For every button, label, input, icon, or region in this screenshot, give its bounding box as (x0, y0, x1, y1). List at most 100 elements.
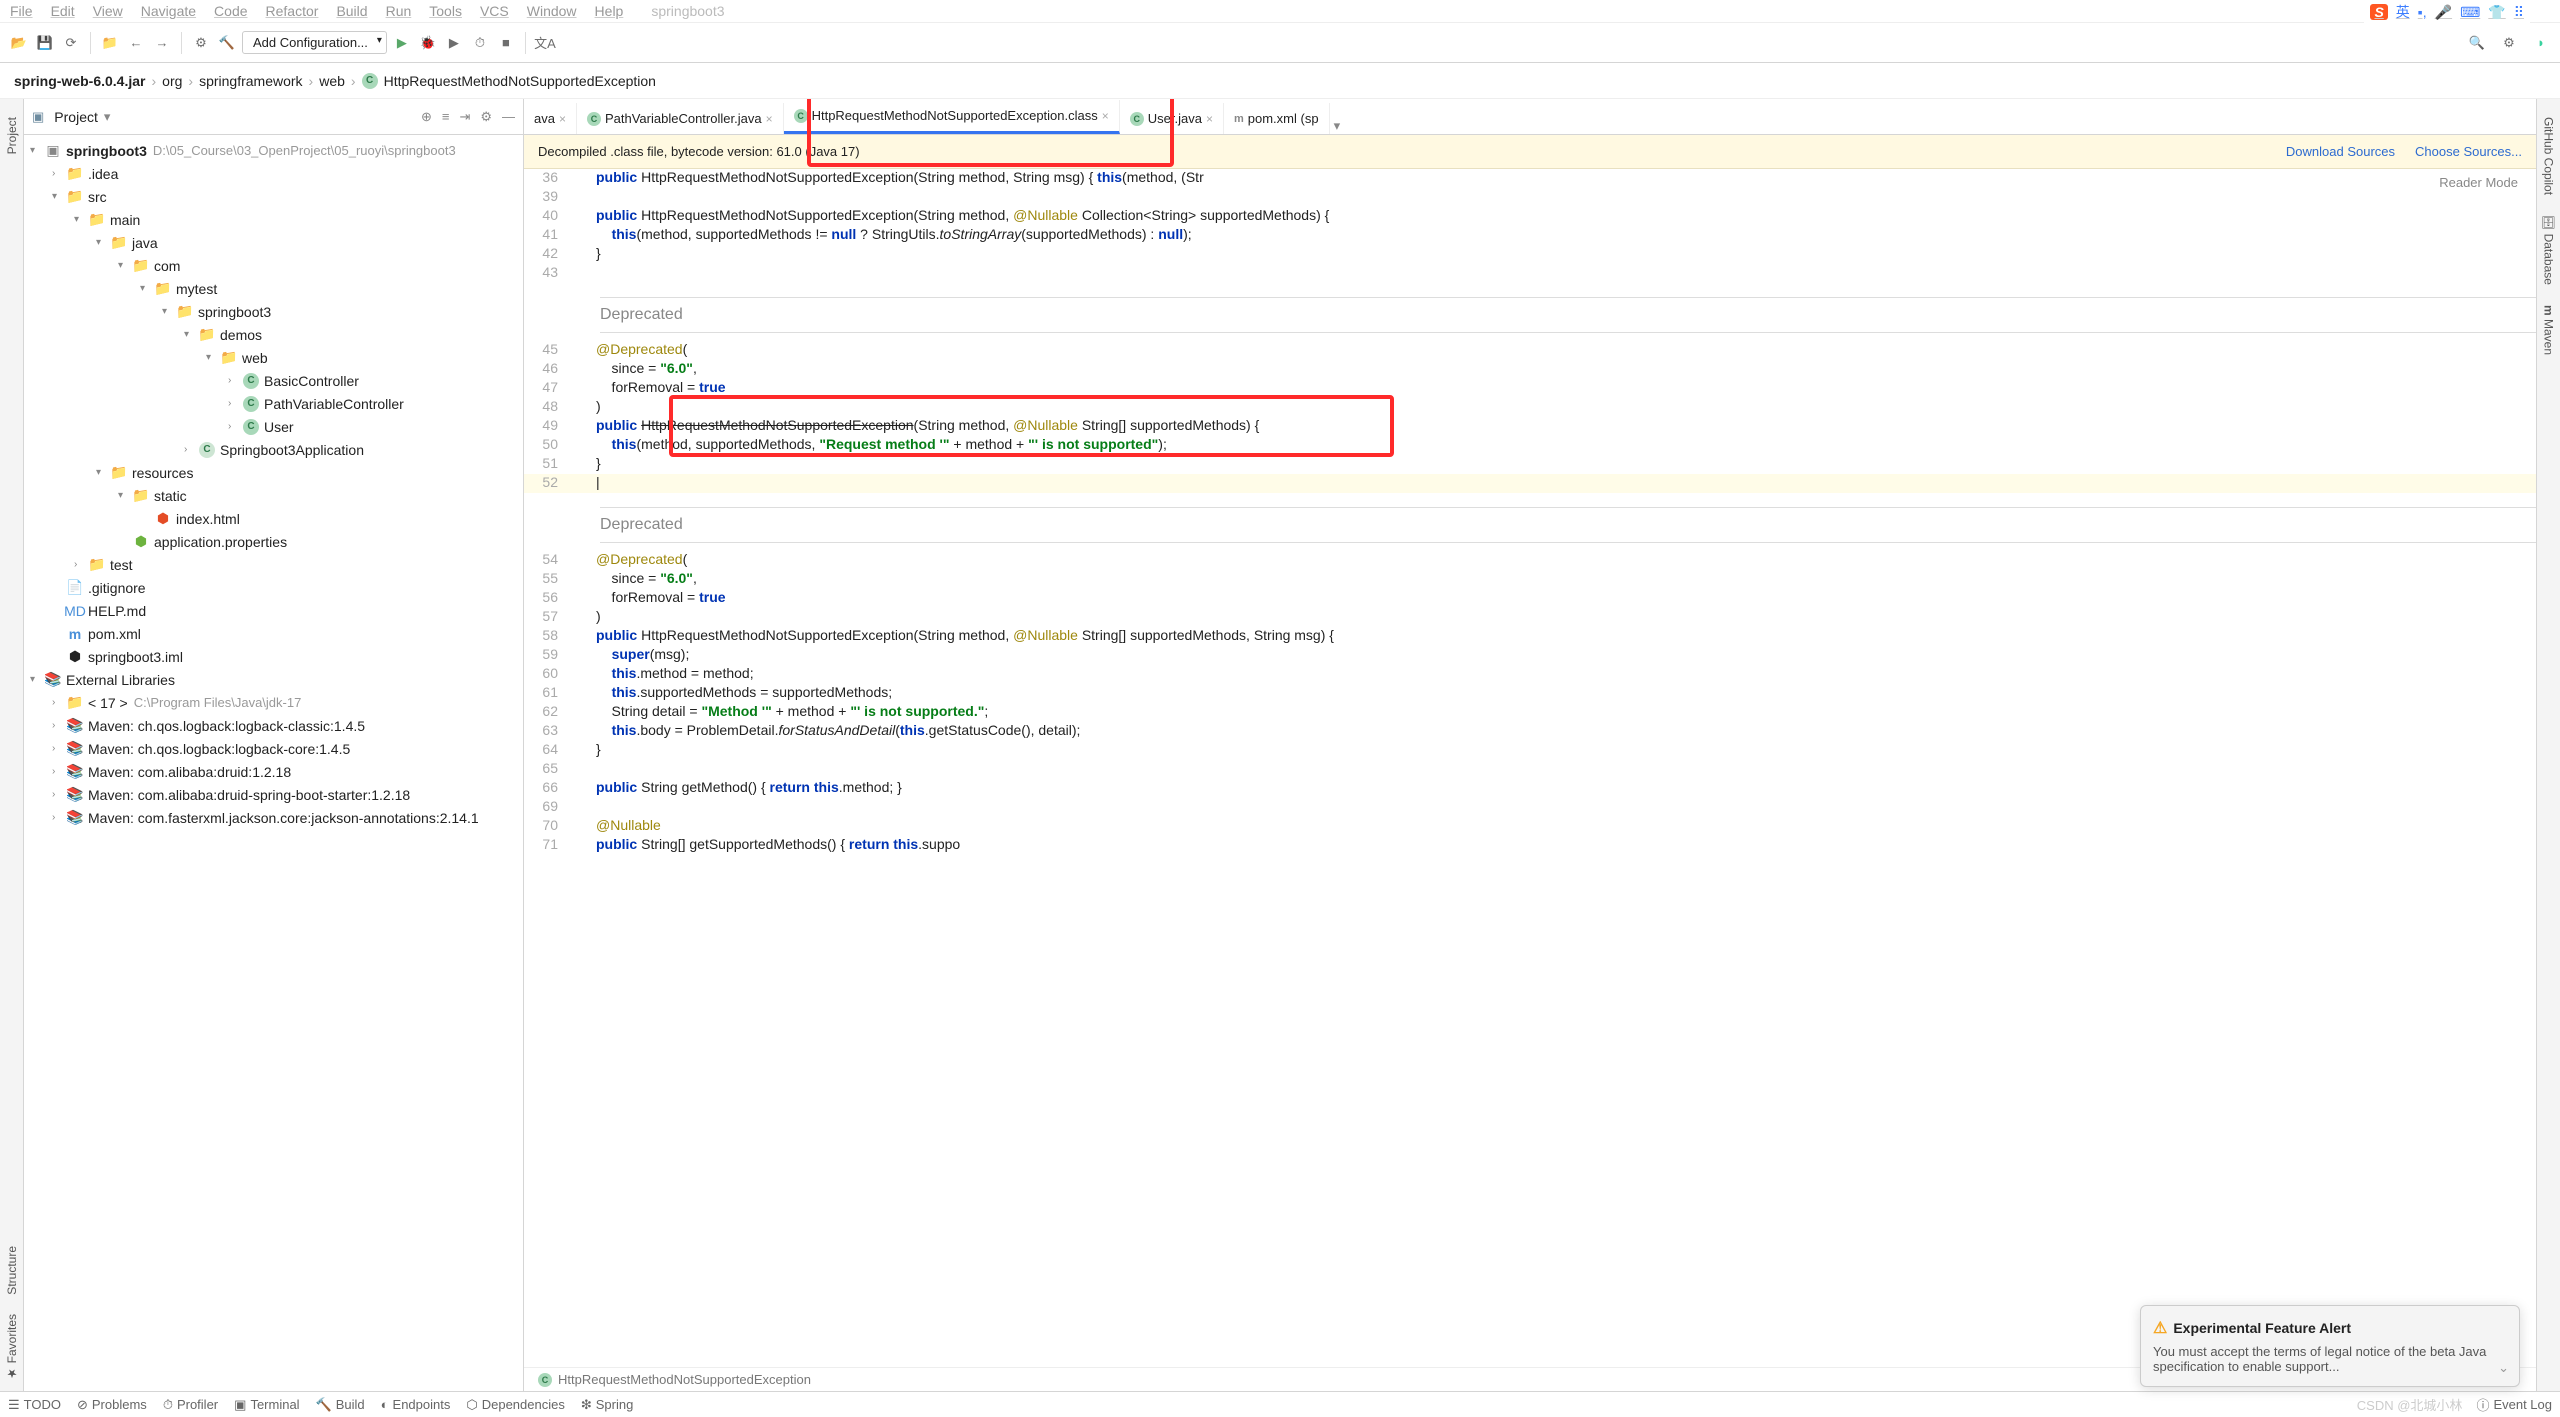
menu-code[interactable]: Code (214, 3, 247, 19)
settings-icon[interactable]: ⚙ (2498, 32, 2520, 54)
gear-icon[interactable]: ⚙ (480, 109, 492, 125)
status-deps[interactable]: ⬡ Dependencies (466, 1397, 564, 1413)
menu-run[interactable]: Run (386, 3, 412, 19)
ime-tools-icon[interactable]: ⠿ (2514, 4, 2524, 21)
tree-pathvar[interactable]: ›CPathVariableController (24, 392, 523, 415)
tree-sb3[interactable]: ▾📁springboot3 (24, 300, 523, 323)
tabs-more-icon[interactable]: ▾ (1334, 118, 1341, 134)
status-problems[interactable]: ⊘ Problems (77, 1397, 147, 1413)
tree-app[interactable]: ›CSpringboot3Application (24, 438, 523, 461)
project-tree[interactable]: ▾▣springboot3D:\05_Course\03_OpenProject… (24, 135, 523, 1391)
gutter-favorites[interactable]: ★ Favorites (5, 1314, 19, 1381)
gutter-structure[interactable]: Structure (5, 1246, 19, 1295)
gutter-database[interactable]: 🗄 Database (2542, 215, 2556, 285)
tree-help[interactable]: MDHELP.md (24, 599, 523, 622)
profile-icon[interactable]: ⏱ (469, 32, 491, 54)
ime-keyboard-icon[interactable]: ⌨ (2460, 4, 2480, 21)
menu-file[interactable]: File (10, 3, 33, 19)
choose-sources-link[interactable]: Choose Sources... (2415, 144, 2522, 159)
editor-breadcrumb-text[interactable]: HttpRequestMethodNotSupportedException (558, 1372, 811, 1387)
tree-gitignore[interactable]: 📄.gitignore (24, 576, 523, 599)
tree-appprops[interactable]: ⬢application.properties (24, 530, 523, 553)
code-editor[interactable]: Reader Mode 36public HttpRequestMethodNo… (524, 169, 2536, 1367)
tab-pom[interactable]: mpom.xml (sp (1224, 103, 1330, 134)
tree-pom[interactable]: mpom.xml (24, 622, 523, 645)
run-config-dropdown[interactable]: Add Configuration... (242, 31, 387, 54)
folder-icon[interactable]: 📁 (99, 32, 121, 54)
tree-idea[interactable]: ›📁.idea (24, 162, 523, 185)
close-icon[interactable]: × (1102, 109, 1109, 123)
tree-com[interactable]: ▾📁com (24, 254, 523, 277)
tree-jdk[interactable]: ›📁< 17 >C:\Program Files\Java\jdk-17 (24, 691, 523, 714)
chevron-down-icon[interactable]: ▾ (104, 109, 111, 125)
ime-comma-icon[interactable]: ▪, (2418, 4, 2427, 20)
menu-build[interactable]: Build (336, 3, 367, 19)
save-icon[interactable]: 💾 (34, 32, 56, 54)
tree-user[interactable]: ›CUser (24, 415, 523, 438)
tree-mytest[interactable]: ▾📁mytest (24, 277, 523, 300)
tree-main[interactable]: ▾📁main (24, 208, 523, 231)
menu-tools[interactable]: Tools (429, 3, 462, 19)
sync-icon[interactable]: ⟳ (60, 32, 82, 54)
translate-icon[interactable]: 文A (534, 32, 556, 54)
status-terminal[interactable]: ▣ Terminal (234, 1397, 299, 1413)
tree-test[interactable]: ›📁test (24, 553, 523, 576)
coverage-icon[interactable]: ▶ (443, 32, 465, 54)
tree-m4[interactable]: ›📚Maven: com.alibaba:druid-spring-boot-s… (24, 783, 523, 806)
forward-icon[interactable]: → (151, 32, 173, 54)
hide-icon[interactable]: — (502, 109, 515, 125)
menu-navigate[interactable]: Navigate (141, 3, 196, 19)
status-eventlog[interactable]: ⓘ Event Log (2476, 1395, 2552, 1414)
menu-window[interactable]: Window (527, 3, 577, 19)
open-icon[interactable]: 📂 (8, 32, 30, 54)
menu-vcs[interactable]: VCS (480, 3, 509, 19)
gutter-project[interactable]: Project (5, 117, 19, 154)
tree-basic[interactable]: ›CBasicController (24, 369, 523, 392)
tab-user[interactable]: CUser.java× (1120, 103, 1224, 134)
close-icon[interactable]: × (766, 112, 773, 126)
select-opened-icon[interactable]: ⊕ (421, 109, 432, 125)
tree-java[interactable]: ▾📁java (24, 231, 523, 254)
reader-mode-label[interactable]: Reader Mode (2439, 175, 2518, 190)
tree-index[interactable]: ⬢index.html (24, 507, 523, 530)
hammer-icon[interactable]: 🔨 (216, 32, 238, 54)
tree-web[interactable]: ▾📁web (24, 346, 523, 369)
tree-root[interactable]: ▾▣springboot3D:\05_Course\03_OpenProject… (24, 139, 523, 162)
debug-icon[interactable]: 🐞 (417, 32, 439, 54)
crumb-sf[interactable]: springframework (199, 73, 302, 89)
crumb-class[interactable]: HttpRequestMethodNotSupportedException (384, 73, 656, 89)
ime-mic-icon[interactable]: 🎤 (2435, 4, 2452, 21)
expand-all-icon[interactable]: ≡ (442, 109, 450, 125)
menu-view[interactable]: View (93, 3, 123, 19)
tab-pathvar[interactable]: CPathVariableController.java× (577, 103, 784, 134)
tree-m2[interactable]: ›📚Maven: ch.qos.logback:logback-core:1.4… (24, 737, 523, 760)
tree-resources[interactable]: ▾📁resources (24, 461, 523, 484)
status-endpoints[interactable]: ◐ Endpoints (381, 1397, 451, 1412)
sogou-icon[interactable]: S (2370, 4, 2387, 20)
close-icon[interactable]: × (559, 112, 566, 126)
ide-icon[interactable]: ◗ (2530, 32, 2552, 54)
gutter-copilot[interactable]: GitHub Copilot (2542, 117, 2556, 195)
gutter-maven[interactable]: m Maven (2542, 305, 2556, 355)
search-icon[interactable]: 🔍 (2466, 32, 2488, 54)
tree-src[interactable]: ▾📁src (24, 185, 523, 208)
status-build[interactable]: 🔨 Build (316, 1397, 365, 1413)
back-icon[interactable]: ← (125, 32, 147, 54)
tab-prev[interactable]: ava× (524, 103, 577, 134)
tab-exception[interactable]: CHttpRequestMethodNotSupportedException.… (784, 100, 1120, 134)
download-sources-link[interactable]: Download Sources (2286, 144, 2395, 159)
status-todo[interactable]: ☰ TODO (8, 1397, 61, 1413)
run-icon[interactable]: ▶ (391, 32, 413, 54)
crumb-jar[interactable]: spring-web-6.0.4.jar (14, 73, 145, 89)
status-profiler[interactable]: ⏱ Profiler (163, 1397, 218, 1413)
crumb-web[interactable]: web (319, 73, 345, 89)
make-icon[interactable]: ⚙ (190, 32, 212, 54)
tree-m5[interactable]: ›📚Maven: com.fasterxml.jackson.core:jack… (24, 806, 523, 829)
ime-lang[interactable]: 英 (2396, 2, 2410, 22)
tree-iml[interactable]: ⬢springboot3.iml (24, 645, 523, 668)
ime-skin-icon[interactable]: 👕 (2488, 4, 2505, 21)
tree-static[interactable]: ▾📁static (24, 484, 523, 507)
close-icon[interactable]: × (1206, 112, 1213, 126)
tree-m1[interactable]: ›📚Maven: ch.qos.logback:logback-classic:… (24, 714, 523, 737)
tree-demos[interactable]: ▾📁demos (24, 323, 523, 346)
